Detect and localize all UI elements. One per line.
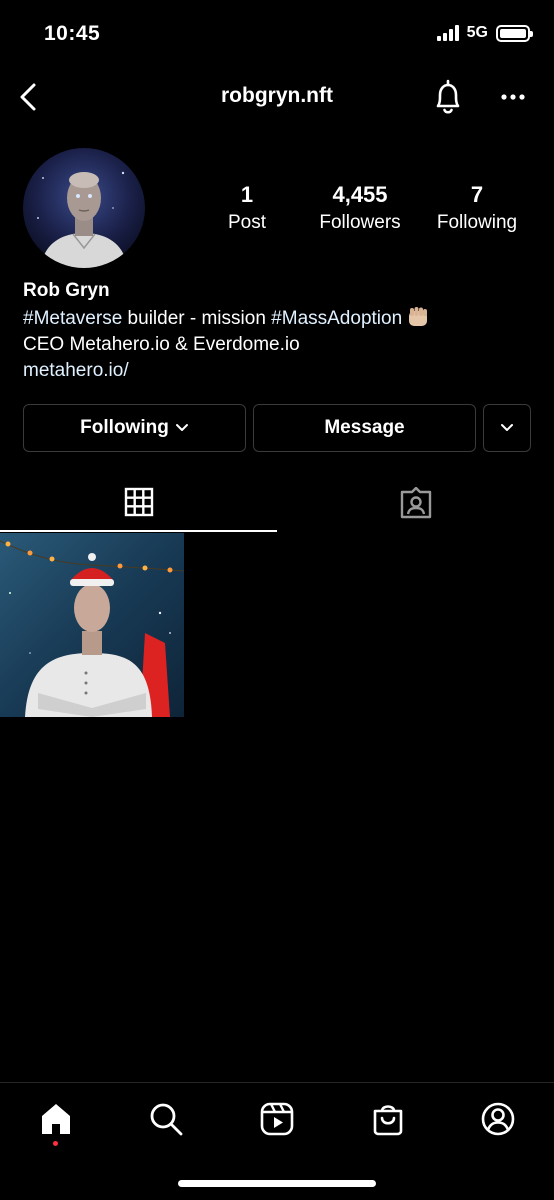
bio-line-2: CEO Metahero.io & Everdome.io	[23, 334, 300, 355]
following-value: 7	[470, 182, 484, 207]
message-button[interactable]: Message	[253, 404, 476, 452]
tab-posts-grid[interactable]	[0, 474, 277, 532]
home-icon	[42, 1104, 70, 1134]
raised-fist-emoji-icon	[406, 306, 430, 328]
following-button-label: Following	[80, 417, 169, 438]
chevron-down-icon	[501, 424, 513, 431]
posts-value: 1	[240, 182, 254, 207]
bio-text: builder - mission	[122, 308, 272, 329]
home-indicator[interactable]	[178, 1180, 376, 1187]
display-name: Rob Gryn	[23, 280, 110, 301]
hashtag-massadoption[interactable]: #MassAdoption	[271, 308, 402, 329]
signal-icon	[436, 25, 459, 41]
following-label: Following	[436, 212, 518, 233]
followers-label: Followers	[319, 212, 401, 233]
bell-icon[interactable]	[430, 78, 466, 118]
post-thumbnail[interactable]	[0, 533, 184, 717]
search-icon	[150, 1103, 183, 1136]
bio-line-1: #Metaverse builder - mission #MassAdopti…	[23, 306, 543, 332]
shop-icon	[373, 1105, 403, 1136]
nav-profile[interactable]	[478, 1099, 518, 1139]
chevron-down-icon	[175, 424, 188, 431]
followers-value: 4,455	[332, 182, 388, 207]
status-time: 10:45	[44, 22, 101, 45]
reels-icon	[260, 1102, 294, 1136]
profile-icon	[481, 1102, 515, 1136]
nav-reels[interactable]	[257, 1099, 297, 1139]
profile-stats: 1 Post 4,455 Followers 7 Following	[200, 182, 540, 242]
hashtag-metaverse[interactable]: #Metaverse	[23, 308, 122, 329]
battery-icon	[496, 24, 533, 42]
network-type: 5G	[466, 24, 488, 41]
notification-dot	[53, 1141, 58, 1146]
suggested-accounts-button[interactable]	[483, 404, 531, 452]
profile-avatar[interactable]	[23, 148, 145, 268]
profile-actions: Following Message	[23, 404, 531, 452]
bio-link[interactable]: metahero.io/	[23, 358, 543, 384]
message-button-label: Message	[324, 417, 405, 438]
profile-tabs	[0, 474, 554, 532]
tab-tagged[interactable]	[277, 474, 554, 532]
followers-count[interactable]: 4,455 Followers	[308, 182, 412, 234]
posts-label: Post	[227, 212, 267, 233]
status-bar: 10:45 5G	[0, 0, 554, 70]
more-options-icon[interactable]	[498, 84, 528, 110]
nav-shop[interactable]	[368, 1099, 408, 1139]
profile-username: robgryn.nft	[221, 84, 333, 107]
profile-header: robgryn.nft	[0, 72, 554, 124]
status-indicators: 5G	[436, 24, 533, 42]
following-button[interactable]: Following	[23, 404, 246, 452]
profile-bio: Rob Gryn #Metaverse builder - mission #M…	[23, 280, 543, 384]
grid-icon	[124, 487, 153, 517]
nav-search[interactable]	[146, 1099, 186, 1139]
posts-count[interactable]: 1 Post	[200, 182, 294, 234]
tagged-icon	[400, 487, 431, 519]
nav-home[interactable]	[36, 1099, 76, 1139]
following-count[interactable]: 7 Following	[426, 182, 528, 234]
